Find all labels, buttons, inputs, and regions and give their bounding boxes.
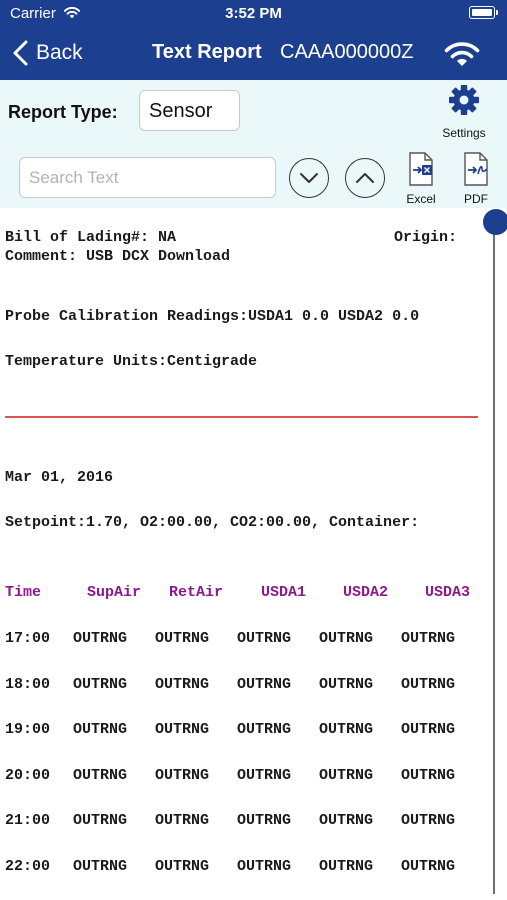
- scrollbar-track[interactable]: [493, 222, 495, 894]
- column-header: USDA3: [425, 584, 471, 601]
- excel-label: Excel: [406, 192, 436, 206]
- column-header: Time: [5, 584, 42, 601]
- table-cell: OUTRNG: [237, 676, 292, 693]
- row-time: 18:00: [5, 676, 51, 693]
- table-cell: OUTRNG: [155, 812, 210, 829]
- settings-label: Settings: [442, 126, 486, 140]
- bill-of-lading: Bill of Lading#: NA: [5, 229, 177, 246]
- row-time: 22:00: [5, 858, 51, 875]
- status-bar: Carrier 3:52 PM: [0, 0, 507, 28]
- scrollbar-thumb[interactable]: [483, 209, 507, 235]
- comment: Comment: USB DCX Download: [5, 248, 231, 265]
- table-cell: OUTRNG: [401, 630, 456, 647]
- setpoint: Setpoint:1.70, O2:00.00, CO2:00.00, Cont…: [5, 514, 420, 531]
- column-header: USDA2: [343, 584, 389, 601]
- column-header: RetAir: [169, 584, 224, 601]
- row-time: 21:00: [5, 812, 51, 829]
- table-cell: OUTRNG: [155, 721, 210, 738]
- table-cell: OUTRNG: [401, 676, 456, 693]
- wifi-icon[interactable]: [441, 38, 483, 68]
- table-cell: OUTRNG: [73, 858, 128, 875]
- report-type-label: Report Type:: [8, 102, 118, 122]
- pdf-export-icon: [464, 152, 488, 186]
- temperature-units: Temperature Units:Centigrade: [5, 353, 258, 370]
- row-time: 20:00: [5, 767, 51, 784]
- table-cell: OUTRNG: [73, 630, 128, 647]
- report-type-select[interactable]: Sensor: [139, 90, 240, 131]
- column-header: USDA1: [261, 584, 307, 601]
- table-cell: OUTRNG: [73, 767, 128, 784]
- back-label: Back: [36, 41, 83, 64]
- table-cell: OUTRNG: [319, 721, 374, 738]
- table-cell: OUTRNG: [237, 767, 292, 784]
- probe-calibration: Probe Calibration Readings:USDA1 0.0 USD…: [5, 308, 420, 325]
- table-cell: OUTRNG: [237, 858, 292, 875]
- table-cell: OUTRNG: [155, 630, 210, 647]
- back-button[interactable]: Back: [12, 38, 83, 68]
- table-cell: OUTRNG: [237, 630, 292, 647]
- table-cell: OUTRNG: [155, 767, 210, 784]
- pdf-export-button[interactable]: PDF: [456, 152, 496, 206]
- excel-export-icon: [409, 152, 433, 186]
- chevron-up-icon: [356, 173, 374, 183]
- page-title: Text Report: [152, 41, 262, 63]
- table-cell: OUTRNG: [401, 767, 456, 784]
- settings-button[interactable]: Settings: [436, 84, 492, 140]
- report-controls: Report Type: Sensor Settings Search Text…: [0, 80, 507, 208]
- table-cell: OUTRNG: [155, 858, 210, 875]
- table-cell: OUTRNG: [401, 721, 456, 738]
- table-cell: OUTRNG: [73, 676, 128, 693]
- status-time: 3:52 PM: [225, 5, 282, 22]
- table-cell: OUTRNG: [237, 721, 292, 738]
- battery-icon: [469, 6, 498, 19]
- chevron-down-icon: [300, 173, 318, 183]
- report-content[interactable]: Bill of Lading#: NA Origin: Comment: USB…: [0, 208, 507, 900]
- report-date: Mar 01, 2016: [5, 469, 114, 486]
- table-cell: OUTRNG: [237, 812, 292, 829]
- gear-icon: [449, 85, 479, 115]
- table-cell: OUTRNG: [319, 858, 374, 875]
- table-cell: OUTRNG: [319, 812, 374, 829]
- table-cell: OUTRNG: [319, 676, 374, 693]
- back-chevron-icon: [13, 40, 28, 66]
- table-cell: OUTRNG: [319, 767, 374, 784]
- next-match-button[interactable]: [289, 158, 329, 198]
- table-cell: OUTRNG: [319, 630, 374, 647]
- row-time: 19:00: [5, 721, 51, 738]
- divider: [5, 416, 478, 418]
- excel-export-button[interactable]: Excel: [401, 152, 441, 206]
- origin: Origin:: [394, 229, 467, 246]
- column-header: SupAir: [87, 584, 142, 601]
- search-input[interactable]: [20, 158, 275, 197]
- search-field[interactable]: [19, 157, 276, 198]
- device-serial: CAAA000000Z: [280, 41, 414, 63]
- table-cell: OUTRNG: [73, 812, 128, 829]
- table-cell: OUTRNG: [401, 812, 456, 829]
- table-cell: OUTRNG: [401, 858, 456, 875]
- top-bar: Carrier 3:52 PM Back Text Report CAAA000…: [0, 0, 507, 80]
- pdf-label: PDF: [464, 192, 488, 206]
- previous-match-button[interactable]: [345, 158, 385, 198]
- table-cell: OUTRNG: [155, 676, 210, 693]
- nav-bar: Back Text Report CAAA000000Z: [0, 28, 507, 80]
- row-time: 17:00: [5, 630, 51, 647]
- table-cell: OUTRNG: [73, 721, 128, 738]
